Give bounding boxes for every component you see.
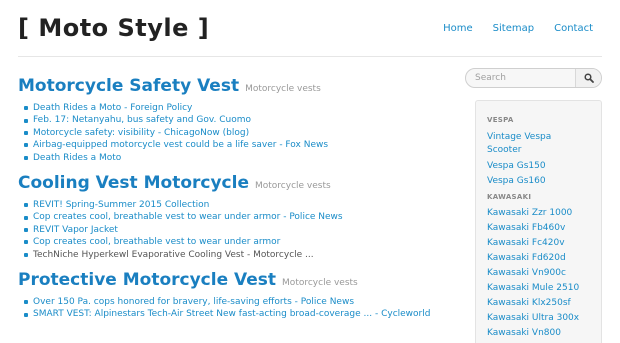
bullet-icon bbox=[24, 131, 28, 136]
category-sidebar: VESPA Vintage Vespa Scooter Vespa Gs150 … bbox=[475, 100, 602, 343]
sidebar-item[interactable]: Kawasaki Fd620d bbox=[487, 253, 601, 263]
post-category[interactable]: Motorcycle vests bbox=[282, 278, 358, 288]
post-link[interactable]: Cop creates cool, breathable vest to wea… bbox=[33, 211, 343, 223]
post-category[interactable]: Motorcycle vests bbox=[245, 84, 321, 94]
post-link[interactable]: REVIT! Spring-Summer 2015 Collection bbox=[33, 199, 209, 211]
list-item: SMART VEST: Alpinestars Tech-Air Street … bbox=[24, 308, 448, 320]
sidebar-heading-vespa: VESPA bbox=[487, 116, 514, 124]
post-link-list: REVIT! Spring-Summer 2015 Collection Cop… bbox=[18, 199, 448, 261]
post-section: Motorcycle Safety Vest Motorcycle vests … bbox=[18, 76, 448, 164]
post-heading: Protective Motorcycle Vest Motorcycle ve… bbox=[18, 270, 448, 290]
list-item: Over 150 Pa. cops honored for bravery, l… bbox=[24, 296, 448, 308]
post-title[interactable]: Cooling Vest Motorcycle bbox=[18, 173, 249, 193]
nav-contact[interactable]: Contact bbox=[554, 23, 593, 34]
post-link[interactable]: Cop creates cool, breathable vest to wea… bbox=[33, 236, 280, 248]
list-item: Cop creates cool, breathable vest to wea… bbox=[24, 211, 448, 223]
search-icon bbox=[583, 73, 594, 83]
post-title[interactable]: Motorcycle Safety Vest bbox=[18, 76, 239, 96]
bullet-icon bbox=[24, 300, 28, 305]
list-item: Airbag-equipped motorcycle vest could be… bbox=[24, 139, 448, 151]
list-item: Feb. 17: Netanyahu, bus safety and Gov. … bbox=[24, 114, 448, 126]
bullet-icon bbox=[24, 106, 28, 111]
header-divider bbox=[18, 56, 602, 57]
sidebar-item[interactable]: Kawasaki Vn900c bbox=[487, 268, 601, 278]
sidebar-item[interactable]: Vespa Gs150 bbox=[487, 161, 601, 171]
bullet-icon bbox=[24, 143, 28, 148]
list-item: Motorcycle safety: visibility - ChicagoN… bbox=[24, 127, 448, 139]
post-link[interactable]: Over 150 Pa. cops honored for bravery, l… bbox=[33, 296, 354, 308]
sidebar-item[interactable]: Kawasaki Mule 2510 bbox=[487, 283, 601, 293]
post-link[interactable]: Airbag-equipped motorcycle vest could be… bbox=[33, 139, 328, 151]
post-link[interactable]: Feb. 17: Netanyahu, bus safety and Gov. … bbox=[33, 114, 251, 126]
search-input[interactable] bbox=[466, 69, 576, 87]
list-item: Cop creates cool, breathable vest to wea… bbox=[24, 236, 448, 248]
post-link[interactable]: Motorcycle safety: visibility - ChicagoN… bbox=[33, 127, 249, 139]
post-section: Cooling Vest Motorcycle Motorcycle vests… bbox=[18, 173, 448, 261]
sidebar-item[interactable]: Kawasaki Vn800 bbox=[487, 328, 601, 338]
sidebar-heading-kawasaki: KAWASAKI bbox=[487, 193, 532, 201]
post-category[interactable]: Motorcycle vests bbox=[255, 181, 331, 191]
sidebar-item[interactable]: Kawasaki Klx250sf bbox=[487, 298, 601, 308]
post-section: Protective Motorcycle Vest Motorcycle ve… bbox=[18, 270, 448, 321]
bullet-icon bbox=[24, 228, 28, 233]
sidebar-item[interactable]: Vespa Gs160 bbox=[487, 176, 601, 186]
sidebar-item[interactable]: Kawasaki Ultra 300x bbox=[487, 313, 601, 323]
bullet-icon bbox=[24, 312, 28, 317]
sidebar-item[interactable]: Kawasaki Zzr 1000 bbox=[487, 208, 601, 218]
nav-sitemap[interactable]: Sitemap bbox=[493, 23, 534, 34]
post-link[interactable]: SMART VEST: Alpinestars Tech-Air Street … bbox=[33, 308, 430, 320]
list-item: REVIT Vapor Jacket bbox=[24, 224, 448, 236]
post-text: TechNiche Hyperkewl Evaporative Cooling … bbox=[33, 249, 314, 260]
post-link[interactable]: REVIT Vapor Jacket bbox=[33, 224, 118, 236]
post-title[interactable]: Protective Motorcycle Vest bbox=[18, 270, 276, 290]
list-item: Death Rides a Moto - Foreign Policy bbox=[24, 102, 448, 114]
site-title[interactable]: [ Moto Style ] bbox=[18, 14, 209, 42]
bullet-icon bbox=[24, 203, 28, 208]
list-item: Death Rides a Moto bbox=[24, 152, 448, 164]
sidebar-item[interactable]: Kawasaki Fc420v bbox=[487, 238, 601, 248]
search-box bbox=[465, 68, 602, 88]
bullet-icon bbox=[24, 118, 28, 123]
sidebar-item[interactable]: Kawasaki Fb460v bbox=[487, 223, 601, 233]
post-link[interactable]: Death Rides a Moto bbox=[33, 152, 121, 164]
bullet-icon bbox=[24, 215, 28, 220]
post-link-list: Death Rides a Moto - Foreign Policy Feb.… bbox=[18, 102, 448, 164]
search-button[interactable] bbox=[575, 69, 601, 87]
list-item: REVIT! Spring-Summer 2015 Collection bbox=[24, 199, 448, 211]
bullet-icon bbox=[24, 155, 28, 160]
post-heading: Motorcycle Safety Vest Motorcycle vests bbox=[18, 76, 448, 96]
nav-home[interactable]: Home bbox=[443, 23, 473, 34]
post-link-list: Over 150 Pa. cops honored for bravery, l… bbox=[18, 296, 448, 321]
list-item: TechNiche Hyperkewl Evaporative Cooling … bbox=[24, 249, 448, 261]
top-nav: Home Sitemap Contact bbox=[443, 23, 593, 34]
post-heading: Cooling Vest Motorcycle Motorcycle vests bbox=[18, 173, 448, 193]
bullet-icon bbox=[24, 252, 28, 257]
sidebar-item[interactable]: Vintage Vespa Scooter bbox=[487, 131, 562, 157]
main-content: Motorcycle Safety Vest Motorcycle vests … bbox=[18, 76, 448, 330]
bullet-icon bbox=[24, 240, 28, 245]
post-link[interactable]: Death Rides a Moto - Foreign Policy bbox=[33, 102, 192, 114]
